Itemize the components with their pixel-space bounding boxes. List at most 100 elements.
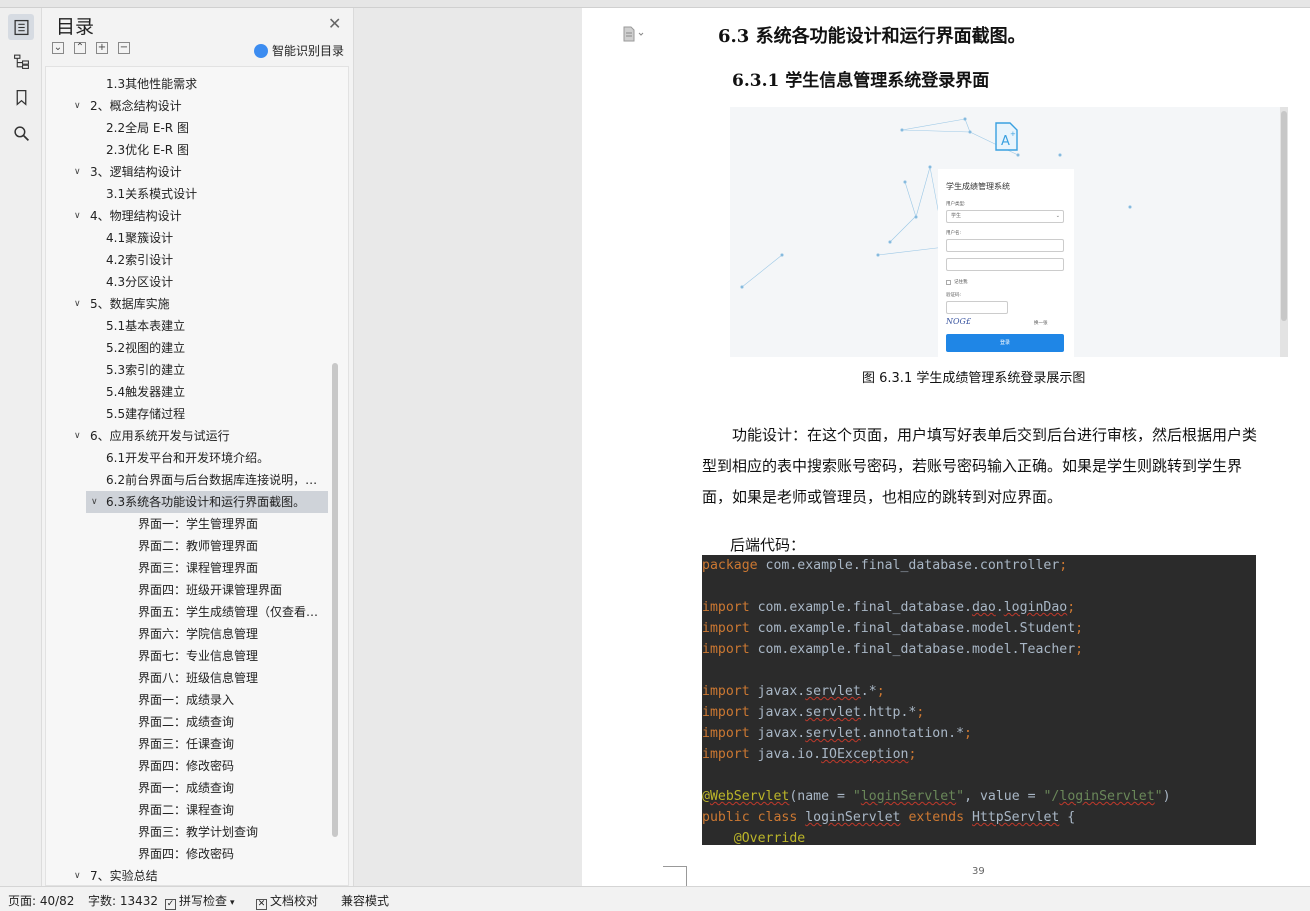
side-toolbar xyxy=(0,8,42,886)
login-card: 学生成绩管理系统 用户类型: 学生 ⌄ 用户名: 记住我 验证码: NOG£ 换一… xyxy=(938,169,1074,357)
toc-item[interactable]: 4.1聚簇设计 xyxy=(46,227,328,249)
code-token: extends xyxy=(908,810,972,825)
code-token: import xyxy=(702,642,750,657)
navigation-tree-icon[interactable] xyxy=(8,48,34,74)
toc-list: 1.3其他性能需求 ∨ 2、概念结构设计 2.2全局 E-R 图 2.3优化 E-R 图… xyxy=(45,66,349,886)
toc-item-label: 6.2前台界面与后台数据库连接说明，… xyxy=(106,473,318,487)
toc-item-label: 5.2视图的建立 xyxy=(106,341,186,355)
toc-item[interactable]: 5.5建存储过程 xyxy=(46,403,328,425)
toc-item[interactable]: 界面四：修改密码 xyxy=(46,755,328,777)
password-input[interactable] xyxy=(946,258,1064,271)
subsection-heading: 6.3.1 学生信息管理系统登录界面 xyxy=(732,71,990,91)
toc-item-label: 界面一：成绩录入 xyxy=(138,693,235,707)
toc-item[interactable]: 4.3分区设计 xyxy=(46,271,328,293)
toc-item[interactable]: 5.2视图的建立 xyxy=(46,337,328,359)
remove-heading-icon[interactable]: − xyxy=(118,42,130,54)
user-type-select[interactable]: 学生 ⌄ xyxy=(946,210,1064,223)
chevron-down-icon[interactable]: ∨ xyxy=(74,161,88,183)
toc-item[interactable]: ∨ 7、实验总结 xyxy=(46,865,328,885)
svg-text:A: A xyxy=(1001,134,1010,149)
toc-item[interactable]: 6.1开发平台和开发环境介绍。 xyxy=(46,447,328,469)
smart-toc-button[interactable]: 智能识别目录 xyxy=(254,42,344,59)
toc-item[interactable]: ∨ 2、概念结构设计 xyxy=(46,95,328,117)
expand-up-icon[interactable]: ⌃ xyxy=(74,42,86,54)
login-button[interactable]: 登录 xyxy=(946,334,1064,352)
chevron-down-icon[interactable]: ∨ xyxy=(74,293,88,315)
user-type-label: 用户类型: xyxy=(946,202,966,207)
toc-item[interactable]: 5.3索引的建立 xyxy=(46,359,328,381)
code-token: import xyxy=(702,705,750,720)
captcha-image[interactable]: NOG£ xyxy=(946,317,971,326)
toc-item[interactable]: 5.4触发器建立 xyxy=(46,381,328,403)
chevron-down-icon[interactable]: ∨ xyxy=(74,865,88,885)
toc-item[interactable]: 界面三：教学计划查询 xyxy=(46,821,328,843)
code-token: import xyxy=(702,747,750,762)
toc-item[interactable]: 5.1基本表建立 xyxy=(46,315,328,337)
toc-item[interactable]: ∨ 5、数据库实施 xyxy=(46,293,328,315)
toc-item[interactable]: 界面三：课程管理界面 xyxy=(46,557,328,579)
toc-item[interactable]: 界面六：学院信息管理 xyxy=(46,623,328,645)
code-token: @Override xyxy=(702,831,806,845)
toc-item[interactable]: 界面一：学生管理界面 xyxy=(46,513,328,535)
toc-item[interactable]: 1.3其他性能需求 xyxy=(46,73,328,95)
code-line: package com.example.final_database.contr… xyxy=(702,555,1067,576)
add-heading-icon[interactable]: + xyxy=(96,42,108,54)
toc-item[interactable]: 2.2全局 E-R 图 xyxy=(46,117,328,139)
chevron-down-icon[interactable]: ∨ xyxy=(74,425,88,447)
toc-item[interactable]: ∨ 6、应用系统开发与试运行 xyxy=(46,425,328,447)
toc-scrollbar[interactable] xyxy=(332,363,338,837)
page-indicator[interactable]: 页面: 40/82 xyxy=(8,892,74,909)
search-icon[interactable] xyxy=(8,120,34,146)
toc-item[interactable]: 3.1关系模式设计 xyxy=(46,183,328,205)
toc-item[interactable]: 界面一：成绩录入 xyxy=(46,689,328,711)
captcha-label: 验证码: xyxy=(946,293,962,298)
toc-item-label: 界面五：学生成绩管理（仅查看… xyxy=(138,605,319,619)
code-token: (name = xyxy=(789,789,853,804)
close-icon[interactable]: ✕ xyxy=(328,14,341,33)
toc-item-label: 界面三：教学计划查询 xyxy=(138,825,259,839)
doc-proofread-label: 文档校对 xyxy=(270,894,319,908)
toc-panel-icon[interactable] xyxy=(8,14,34,40)
toc-item[interactable]: 界面八：班级信息管理 xyxy=(46,667,328,689)
code-token: ; xyxy=(876,684,885,699)
toc-item[interactable]: 界面四：班级开课管理界面 xyxy=(46,579,328,601)
toc-item-label: 界面二：课程查询 xyxy=(138,803,235,817)
code-line: import java.io.IOException; xyxy=(702,744,916,765)
toc-item[interactable]: ∨ 6.3系统各功能设计和运行界面截图。 xyxy=(86,491,328,513)
toc-item[interactable]: 4.2索引设计 xyxy=(46,249,328,271)
chevron-down-icon[interactable]: ∨ xyxy=(74,205,88,227)
toc-item[interactable]: ∨ 4、物理结构设计 xyxy=(46,205,328,227)
check-icon: ✓ xyxy=(165,899,176,910)
toc-item[interactable]: 6.2前台界面与后台数据库连接说明，… xyxy=(46,469,328,491)
captcha-input[interactable] xyxy=(946,301,1008,314)
toc-item[interactable]: 界面四：修改密码 xyxy=(46,843,328,865)
toc-item[interactable]: 界面二：成绩查询 xyxy=(46,711,328,733)
toc-item[interactable]: 2.3优化 E-R 图 xyxy=(46,139,328,161)
code-token: servlet xyxy=(805,705,861,720)
collapse-all-icon[interactable]: ⌄ xyxy=(52,42,64,54)
page-options-icon[interactable] xyxy=(622,26,646,42)
toc-item[interactable]: 界面七：专业信息管理 xyxy=(46,645,328,667)
code-token: servlet xyxy=(805,684,861,699)
page-corner-mark xyxy=(663,866,687,886)
toc-item[interactable]: 界面一：成绩查询 xyxy=(46,777,328,799)
spell-check-toggle[interactable]: ✓ 拼写检查 ▾ xyxy=(165,892,235,910)
doc-proofread-button[interactable]: ✕ 文档校对 xyxy=(256,892,318,910)
toc-item[interactable]: 界面三：任课查询 xyxy=(46,733,328,755)
toc-item[interactable]: ∨ 3、逻辑结构设计 xyxy=(46,161,328,183)
toc-item[interactable]: 界面二：课程查询 xyxy=(46,799,328,821)
word-count[interactable]: 字数: 13432 xyxy=(88,892,158,909)
chevron-down-icon[interactable]: ∨ xyxy=(74,95,88,117)
username-input[interactable] xyxy=(946,239,1064,252)
svg-text:+: + xyxy=(1010,130,1016,138)
toc-item[interactable]: 界面五：学生成绩管理（仅查看… xyxy=(46,601,328,623)
code-token: ; xyxy=(908,747,917,762)
toc-item-label: 4.3分区设计 xyxy=(106,275,174,289)
change-captcha-link[interactable]: 换一张 xyxy=(1034,320,1048,326)
smart-toc-label: 智能识别目录 xyxy=(272,44,345,58)
toc-item-label: 4、物理结构设计 xyxy=(90,209,182,223)
remember-checkbox[interactable] xyxy=(946,280,951,285)
bookmark-icon[interactable] xyxy=(8,84,34,110)
chevron-down-icon[interactable]: ∨ xyxy=(91,491,105,513)
toc-item[interactable]: 界面二：教师管理界面 xyxy=(46,535,328,557)
